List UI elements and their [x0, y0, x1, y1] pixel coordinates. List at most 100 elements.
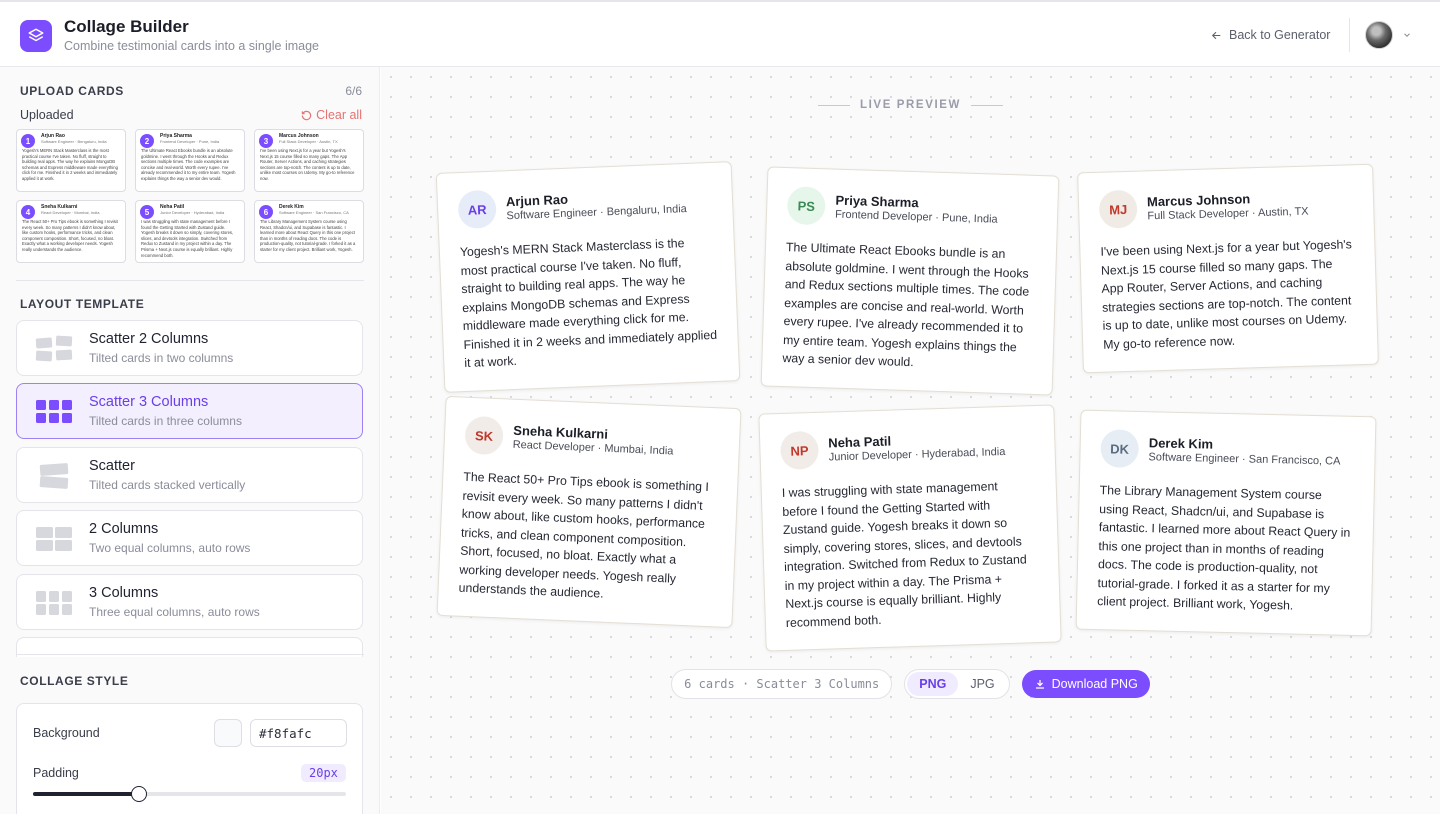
thumbnail-text: Yogesh's MERN Stack Masterclass is the m… [22, 148, 118, 181]
thumbnail-role: Frontend Developer · Pune, India [160, 139, 220, 144]
testimonial-card[interactable]: PS Priya Sharma Frontend Developer · Pun… [760, 166, 1060, 396]
template-scatter[interactable]: Scatter Tilted cards stacked vertically [16, 447, 363, 503]
template-description: Two equal columns, auto rows [89, 541, 251, 555]
template-title: Scatter [89, 458, 135, 474]
upload-count: 6/6 [345, 84, 362, 98]
format-jpg-option[interactable]: JPG [958, 672, 1006, 696]
thumbnail-number: 1 [21, 134, 35, 148]
template-3-columns[interactable]: 3 Columns Three equal columns, auto rows [16, 574, 363, 630]
export-toolbar: 6 cards · Scatter 3 Columns PNG JPG Down… [381, 669, 1440, 699]
thumbnail-card[interactable]: 4 Sneha Kulkarni React Developer · Mumba… [16, 200, 126, 263]
user-avatar[interactable] [1365, 21, 1393, 49]
card-avatar: MJ [1098, 189, 1138, 229]
download-png-button[interactable]: Download PNG [1021, 670, 1150, 698]
thumbnail-role: React Developer · Mumbai, India [41, 210, 100, 215]
card-avatar: PS [786, 186, 826, 226]
template-scatter-3-columns[interactable]: Scatter 3 Columns Tilted cards in three … [16, 383, 363, 439]
live-preview-label: LIVE PREVIEW [860, 99, 961, 111]
thumbnail-text: I was struggling with state management b… [141, 219, 234, 258]
background-color-swatch[interactable] [214, 719, 242, 747]
testimonial-card[interactable]: DK Derek Kim Software Engineer · San Fra… [1075, 409, 1377, 636]
card-text: I was struggling with state management b… [781, 479, 1027, 630]
template-description: Tilted cards in two columns [89, 351, 234, 365]
thumbnail-role: Junior Developer · Hyderabad, India [160, 210, 225, 215]
app-title: Collage Builder [64, 17, 189, 36]
thumbnail-text: The Ultimate React Ebooks bundle is an a… [141, 148, 236, 181]
padding-slider[interactable] [33, 786, 346, 802]
chevron-down-icon[interactable] [1402, 30, 1412, 40]
template-title: 2 Columns [89, 521, 159, 537]
template-title: Scatter 3 Columns [89, 394, 209, 410]
upload-section-title: UPLOAD CARDS [20, 84, 124, 98]
testimonial-card[interactable]: SK Sneha Kulkarni React Developer · Mumb… [436, 395, 742, 628]
layout-section-title: LAYOUT TEMPLATE [20, 297, 145, 311]
refresh-icon [301, 110, 312, 120]
thumbnail-card[interactable]: 6 Derek Kim Software Engineer · San Fran… [254, 200, 364, 263]
thumbnail-number: 3 [259, 134, 273, 148]
section-divider [16, 280, 364, 281]
style-section-title: COLLAGE STYLE [20, 674, 129, 688]
card-text: The Ultimate React Ebooks bundle is an a… [782, 240, 1030, 370]
clear-all-button[interactable]: Clear all [301, 108, 362, 122]
two-columns-icon [36, 527, 72, 551]
template-description: Three equal columns, auto rows [89, 605, 260, 619]
template-scatter-2-columns[interactable]: Scatter 2 Columns Tilted cards in two co… [16, 320, 363, 376]
testimonial-card[interactable]: NP Neha Patil Junior Developer · Hyderab… [758, 404, 1062, 652]
background-hex-input[interactable] [250, 719, 347, 747]
thumbnail-role: Software Engineer · Bengaluru, India [41, 139, 107, 144]
card-text: The Library Management System course usi… [1097, 483, 1351, 613]
thumbnail-role: Software Engineer · San Francisco, CA [279, 210, 349, 215]
thumbnail-number: 4 [21, 205, 35, 219]
thumbnail-card[interactable]: 1 Arjun Rao Software Engineer · Bengalur… [16, 129, 126, 192]
header-divider [1349, 18, 1350, 52]
thumbnail-card[interactable]: 5 Neha Patil Junior Developer · Hyderaba… [135, 200, 245, 263]
scatter-3-columns-icon [36, 400, 72, 423]
download-icon [1035, 680, 1044, 689]
clear-all-label: Clear all [316, 108, 362, 122]
thumbnail-number: 6 [259, 205, 273, 219]
live-preview-heading: LIVE PREVIEW [381, 99, 1440, 111]
thumbnail-card[interactable]: 2 Priya Sharma Frontend Developer · Pune… [135, 129, 245, 192]
app-header: Collage Builder Combine testimonial card… [0, 0, 1440, 67]
three-columns-icon [36, 591, 72, 615]
arrow-left-icon [1211, 31, 1221, 39]
app-subtitle: Combine testimonial cards into a single … [64, 39, 319, 53]
download-label: Download PNG [1051, 677, 1138, 691]
thumbnail-text: The Library Management System course usi… [260, 219, 356, 252]
template-title: Scatter 2 Columns [89, 331, 209, 347]
scatter-2-columns-icon [35, 335, 73, 362]
template-description: Tilted cards in three columns [89, 414, 242, 428]
collage-style-panel: Background Padding 20px [16, 703, 363, 814]
template-2-columns[interactable]: 2 Columns Two equal columns, auto rows [16, 510, 363, 566]
card-avatar: AR [457, 189, 497, 230]
format-png-option[interactable]: PNG [907, 672, 959, 696]
heading-rule [818, 104, 850, 106]
layers-icon [20, 20, 52, 52]
uploaded-label: Uploaded [20, 108, 74, 122]
collage-info-pill: 6 cards · Scatter 3 Columns [671, 669, 893, 699]
template-description: Tilted cards stacked vertically [89, 478, 246, 492]
card-text: The React 50+ Pro Tips ebook is somethin… [458, 469, 710, 601]
thumbnail-number: 5 [140, 205, 154, 219]
padding-slider-handle[interactable] [131, 786, 148, 802]
padding-slider-fill [33, 792, 140, 796]
testimonial-card[interactable]: MJ Marcus Johnson Full Stack Developer ·… [1077, 163, 1379, 374]
card-avatar: NP [779, 430, 820, 471]
thumbnail-text: I've been using Next.js for a year but Y… [260, 148, 355, 181]
scatter-icon [39, 463, 69, 489]
section-divider [16, 654, 364, 655]
uploaded-thumbnails: 1 Arjun Rao Software Engineer · Bengalur… [16, 129, 364, 263]
thumbnail-card[interactable]: 3 Marcus Johnson Full Stack Developer · … [254, 129, 364, 192]
sidebar: UPLOAD CARDS 6/6 Uploaded Clear all 1 Ar… [0, 67, 380, 814]
template-title: 3 Columns [89, 585, 159, 601]
preview-canvas: LIVE PREVIEW AR Arjun Rao Software Engin… [381, 67, 1440, 814]
back-to-generator-link[interactable]: Back to Generator [1210, 28, 1330, 42]
padding-value-badge: 20px [301, 764, 346, 782]
heading-rule [971, 104, 1003, 106]
thumbnail-text: The React 50+ Pro Tips ebook is somethin… [22, 219, 118, 252]
card-avatar: DK [1100, 429, 1140, 468]
card-text: I've been using Next.js for a year but Y… [1100, 237, 1353, 352]
back-label: Back to Generator [1229, 28, 1331, 42]
thumbnail-number: 2 [140, 134, 154, 148]
testimonial-card[interactable]: AR Arjun Rao Software Engineer · Bengalu… [435, 161, 741, 393]
